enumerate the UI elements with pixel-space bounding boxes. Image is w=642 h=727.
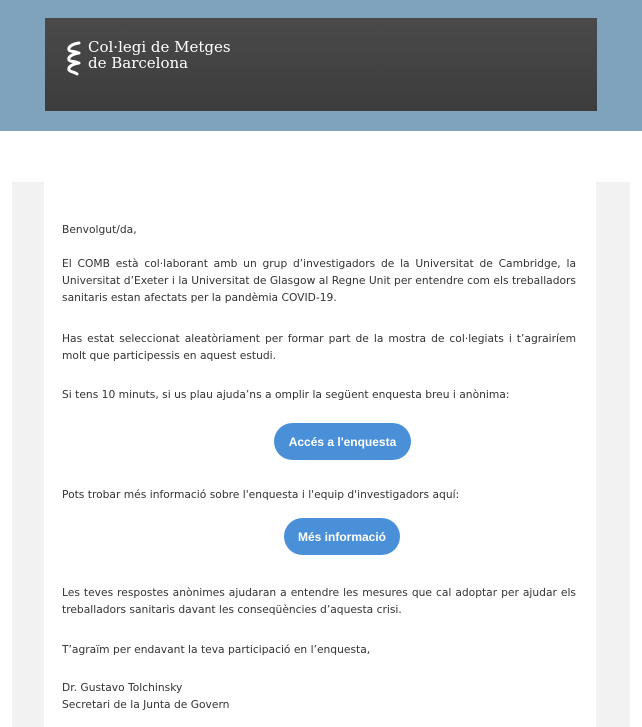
signature-title: Secretari de la Junta de Govern — [62, 698, 230, 711]
paragraph-selection: Has estat seleccionat aleatòriament per … — [62, 332, 576, 362]
paragraph-request: Si tens 10 minuts, si us plau ajuda’ns a… — [62, 388, 510, 401]
survey-access-button[interactable]: Accés a l'enquesta — [274, 423, 411, 460]
paragraph-intro: El COMB està col·laborant amb un grup d’… — [62, 257, 576, 304]
greeting: Benvolgut/da, — [62, 223, 137, 236]
logo-line-1: Col·legi de Metges — [88, 38, 231, 56]
comb-logo[interactable]: Col·legi de Metges de Barcelona — [66, 39, 231, 77]
more-info-button[interactable]: Més informació — [284, 518, 400, 555]
comb-logo-icon — [67, 41, 81, 76]
logo-line-2: de Barcelona — [88, 54, 189, 72]
logo-text: Col·legi de Metges de Barcelona — [88, 39, 231, 71]
header-band: Col·legi de Metges de Barcelona — [0, 0, 642, 131]
paragraph-more-info: Pots trobar més informació sobre l'enque… — [62, 488, 460, 501]
paragraph-impact: Les teves respostes anònimes ajudaran a … — [62, 586, 576, 616]
signature-name: Dr. Gustavo Tolchinsky — [62, 681, 183, 694]
closing-text: T’agraïm per endavant la teva participac… — [62, 643, 371, 656]
header-banner: Col·legi de Metges de Barcelona — [45, 18, 597, 111]
